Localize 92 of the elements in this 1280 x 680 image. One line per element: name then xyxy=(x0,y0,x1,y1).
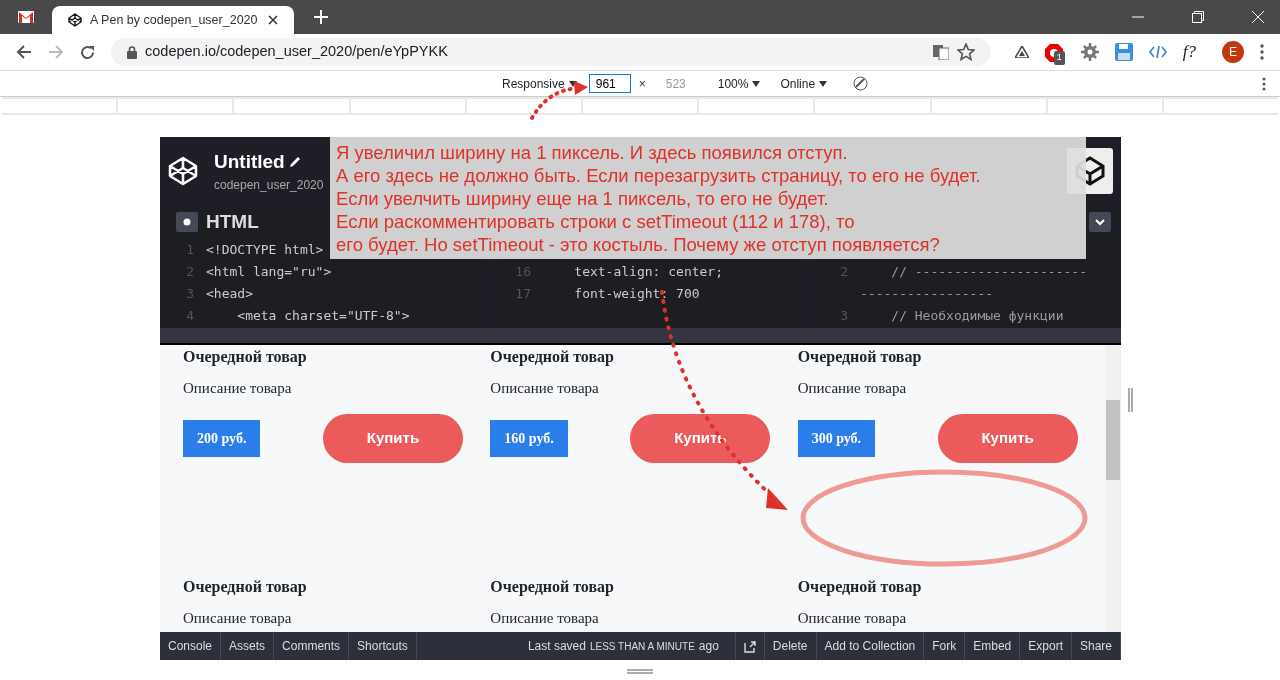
product-description: Описание товара xyxy=(797,609,908,628)
price-tag: 300 руб. xyxy=(797,419,876,457)
footer-button[interactable]: Assets xyxy=(221,632,275,660)
resize-handle[interactable] xyxy=(627,669,653,674)
more-icon[interactable] xyxy=(1260,44,1264,60)
code-icon[interactable] xyxy=(1148,45,1167,59)
code-text: <meta charset="UTF-8"> xyxy=(236,308,410,323)
star-icon[interactable] xyxy=(956,43,975,61)
note-line: его будет. Но setTimeout - это костыль. Почему же отступ появляется? xyxy=(336,233,941,256)
network-dropdown[interactable]: Online xyxy=(780,74,828,93)
cube-icon xyxy=(68,13,82,27)
note-line: А его здесь не должно быть. Если перезагрузить страницу, то его не будет. xyxy=(336,164,982,187)
footer-button[interactable]: Console xyxy=(160,632,222,660)
profile-avatar[interactable]: E xyxy=(1222,41,1244,63)
more-icon[interactable] xyxy=(1262,76,1266,91)
lock-icon xyxy=(127,45,137,59)
last-saved-suffix: ago xyxy=(698,638,719,655)
price-tag: 200 руб. xyxy=(183,419,261,457)
resize-handle[interactable] xyxy=(1128,388,1133,412)
code-text: // ---------------------- xyxy=(890,264,1087,279)
mail-icon[interactable] xyxy=(18,11,34,23)
gear-icon[interactable] xyxy=(1080,43,1099,61)
scrollbar-thumb[interactable] xyxy=(1106,400,1120,480)
line-number: 2 xyxy=(185,263,194,281)
new-tab-icon[interactable] xyxy=(314,10,328,24)
line-number: 1 xyxy=(185,241,194,259)
line-number: 17 xyxy=(514,285,531,303)
product-title: Очередной товар xyxy=(183,577,308,598)
url-text: codepen.io/codepen_user_2020/pen/eYpPYKK xyxy=(145,42,449,62)
code-text: // Необходимые функции xyxy=(890,308,1064,323)
editor-title[interactable]: HTML xyxy=(206,207,259,237)
product-title: Очередной товар xyxy=(490,347,615,368)
line-number: 2 xyxy=(839,263,848,281)
product-description: Описание товара xyxy=(183,609,293,628)
width-field[interactable]: 961 xyxy=(588,74,631,93)
cube-logo-icon[interactable] xyxy=(168,156,198,186)
last-saved-time: LESS THAN A MINUTE xyxy=(589,639,695,654)
triangle-icon[interactable] xyxy=(1014,46,1029,58)
restore-icon[interactable] xyxy=(1192,11,1204,23)
note-line: Я увеличил ширину на 1 пиксель. И здесь появился отступ. xyxy=(336,141,849,164)
product-description: Описание товара xyxy=(490,379,600,398)
note-line: Если раскомментировать строки с setTimeout (112 и 178), то xyxy=(336,210,856,233)
code-text: ----------------- xyxy=(860,286,994,301)
note-line: Если увелчить ширину еще на 1 пиксель, то его не будет. xyxy=(336,187,830,210)
footer-button[interactable]: Comments xyxy=(274,632,350,660)
footer-button[interactable]: Add to Collection xyxy=(816,632,925,660)
product-title: Очередной товар xyxy=(183,347,308,368)
product-title: Очередной товар xyxy=(797,577,923,598)
open-external-button[interactable] xyxy=(734,632,765,660)
extension-badge: 1 xyxy=(1053,51,1065,65)
caret-icon xyxy=(752,80,761,87)
chevron-down-icon[interactable] xyxy=(1089,212,1111,232)
pen-author[interactable]: codepen_user_2020 xyxy=(214,176,324,195)
line-number: 16 xyxy=(514,263,531,281)
code-text: <!DOCTYPE html> xyxy=(206,242,324,257)
footer-button[interactable]: Shortcuts xyxy=(349,632,417,660)
footer-button[interactable]: Delete xyxy=(764,632,817,660)
code-text: <html lang="ru"> xyxy=(206,264,332,279)
code-text: <head> xyxy=(206,286,253,301)
extension-text-icon[interactable]: f? xyxy=(1182,39,1196,65)
pencil-icon[interactable] xyxy=(288,156,301,168)
times-sign: × xyxy=(638,75,646,93)
external-link-icon xyxy=(743,640,756,653)
back-icon[interactable] xyxy=(16,45,32,59)
tab-title: A Pen by codepen_user_2020 xyxy=(90,11,259,29)
line-number: 3 xyxy=(839,307,848,325)
line-number: 3 xyxy=(185,285,194,303)
caret-icon xyxy=(819,80,828,87)
zoom-dropdown[interactable]: 100% xyxy=(717,74,761,93)
code-text: text-align: center; xyxy=(573,264,723,279)
reload-icon[interactable] xyxy=(80,44,95,60)
footer-button[interactable]: Fork xyxy=(924,632,966,660)
code-text: font-weight: 700 xyxy=(573,286,700,301)
product-description: Описание товара xyxy=(490,609,600,628)
browser-tab[interactable]: A Pen by codepen_user_2020 xyxy=(52,6,294,34)
translate-icon[interactable] xyxy=(932,44,949,60)
scrollbar[interactable] xyxy=(1105,345,1121,632)
footer-button[interactable]: Export xyxy=(1020,632,1072,660)
pen-title[interactable]: Untitled xyxy=(214,147,285,177)
address-bar[interactable]: codepen.io/codepen_user_2020/pen/eYpPYKK xyxy=(111,38,991,66)
rotate-icon[interactable] xyxy=(853,76,869,91)
close-icon[interactable] xyxy=(268,15,278,25)
product-description: Описание товара xyxy=(797,379,908,398)
product-title: Очередной товар xyxy=(797,347,923,368)
product-title: Очередной товар xyxy=(490,577,615,598)
price-tag: 160 руб. xyxy=(490,419,568,457)
last-saved-label: Last saved xyxy=(527,638,586,655)
line-number: 4 xyxy=(185,307,194,325)
gear-icon[interactable] xyxy=(176,212,198,232)
product-description: Описание товара xyxy=(183,379,293,398)
footer-button[interactable]: Share xyxy=(1071,632,1121,660)
footer-button[interactable]: Embed xyxy=(965,632,1021,660)
